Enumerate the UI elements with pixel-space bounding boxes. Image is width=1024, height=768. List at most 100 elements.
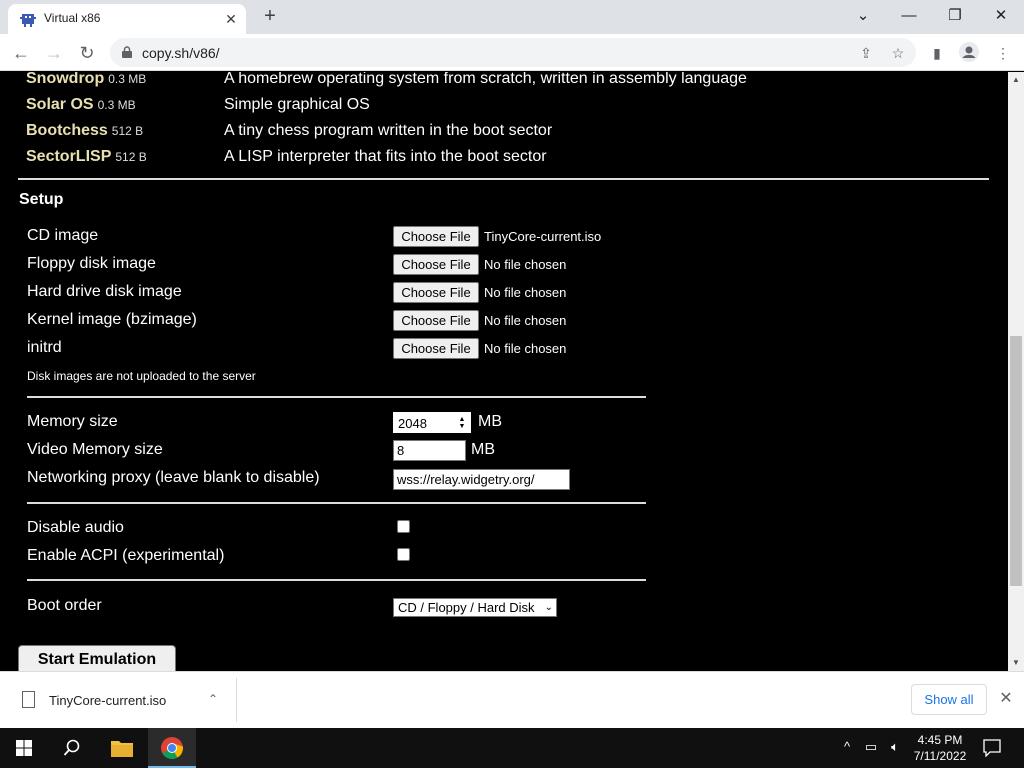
upload-note: Disk images are not uploaded to the serv… — [27, 369, 256, 383]
kernel-image-label: Kernel image (bzimage) — [27, 311, 197, 328]
video-memory-label: Video Memory size — [27, 441, 163, 458]
bookmark-star-icon[interactable]: ☆ — [888, 43, 908, 63]
address-bar[interactable]: copy.sh/v86/ ⇪ ☆ — [110, 38, 916, 67]
search-button[interactable] — [48, 728, 96, 768]
v86-favicon-icon — [20, 14, 36, 27]
windows-taskbar: ^ ▭ 🔈︎ 4:45 PM 7/11/2022 — [0, 728, 1024, 768]
floppy-image-choose-file-button[interactable]: Choose File — [393, 254, 479, 275]
windows-logo-icon — [16, 740, 32, 756]
tray-overflow-chevron-icon[interactable]: ^ — [838, 738, 856, 756]
restore-button[interactable]: ❐ — [940, 3, 970, 29]
download-divider — [236, 678, 237, 722]
video-memory-input[interactable]: 8 — [393, 440, 466, 461]
memory-size-unit: MB — [478, 413, 502, 430]
lock-icon — [122, 46, 132, 58]
disable-audio-checkbox[interactable] — [397, 520, 410, 533]
download-filename[interactable]: TinyCore-current.iso — [49, 693, 166, 708]
volume-icon[interactable]: 🔈︎ — [886, 738, 904, 756]
browser-toolbar: ← → ↻ copy.sh/v86/ ⇪ ☆ ▮ ⋮ — [0, 34, 1024, 71]
start-emulation-button[interactable]: Start Emulation — [18, 645, 176, 671]
os-size: 0.3 MB — [108, 72, 147, 86]
os-size: 0.3 MB — [97, 98, 136, 112]
os-name[interactable]: Bootchess 512 B — [26, 122, 143, 140]
url-text: copy.sh/v86/ — [142, 45, 220, 61]
spinner-arrows-icon[interactable]: ▲ ▼ — [458, 416, 466, 430]
os-name[interactable]: SectorLISP 512 B — [26, 148, 147, 166]
section-divider — [27, 396, 646, 398]
memory-size-input[interactable]: 2048 ▲ ▼ — [391, 410, 473, 435]
os-name[interactable]: Snowdrop 0.3 MB — [26, 72, 146, 88]
file-explorer-button[interactable] — [98, 728, 146, 768]
os-size: 512 B — [111, 124, 144, 138]
scroll-down-icon[interactable]: ▼ — [1008, 655, 1024, 671]
browser-menu-icon[interactable]: ⋮ — [992, 42, 1014, 64]
memory-size-label: Memory size — [27, 413, 118, 430]
clock-date: 7/11/2022 — [913, 749, 967, 763]
page-content: Snowdrop 0.3 MB A homebrew operating syst… — [0, 72, 1008, 671]
tab-search-icon[interactable]: ⌄ — [848, 3, 878, 29]
download-bar-close-icon[interactable]: ✕ — [996, 689, 1016, 709]
kernel-image-file-status: No file chosen — [484, 313, 567, 328]
initrd-choose-file-button[interactable]: Choose File — [393, 338, 479, 359]
notification-icon[interactable] — [983, 739, 1001, 757]
show-all-button[interactable]: Show all — [911, 684, 987, 715]
chrome-icon — [161, 737, 183, 759]
back-arrow-icon[interactable]: ← — [8, 40, 34, 66]
os-name[interactable]: Solar OS 0.3 MB — [26, 96, 136, 114]
initrd-label: initrd — [27, 339, 62, 356]
networking-proxy-label: Networking proxy (leave blank to disable… — [27, 469, 320, 486]
scroll-up-icon[interactable]: ▲ — [1008, 72, 1024, 88]
chevron-up-icon[interactable]: ⌃ — [204, 690, 222, 708]
scrollbar-thumb[interactable] — [1010, 336, 1022, 586]
start-button[interactable] — [0, 728, 48, 768]
chrome-taskbar-button[interactable] — [148, 728, 196, 768]
taskbar-clock[interactable]: 4:45 PM 7/11/2022 — [910, 732, 970, 764]
page-scrollbar[interactable]: ▲ ▼ — [1008, 72, 1024, 671]
floppy-image-label: Floppy disk image — [27, 255, 156, 272]
new-tab-button[interactable]: + — [258, 5, 282, 29]
folder-icon — [111, 741, 133, 757]
section-divider — [18, 178, 989, 180]
os-description: A tiny chess program written in the boot… — [224, 122, 553, 139]
browser-tab-strip: Virtual x86 ✕ + ⌄ — ❐ ✕ — [0, 0, 1024, 34]
os-size: 512 B — [115, 150, 147, 164]
boot-order-select[interactable]: CD / Floppy / Hard Disk ⌄ — [393, 598, 557, 617]
hard-drive-image-label: Hard drive disk image — [27, 283, 182, 300]
file-icon — [22, 691, 35, 708]
cd-image-choose-file-button[interactable]: Choose File — [393, 226, 479, 247]
hard-drive-image-choose-file-button[interactable]: Choose File — [393, 282, 479, 303]
setup-heading: Setup — [19, 191, 64, 208]
side-panel-icon[interactable]: ▮ — [926, 42, 948, 64]
forward-arrow-icon[interactable]: → — [41, 40, 67, 66]
download-bar: TinyCore-current.iso ⌃ Show all ✕ — [0, 671, 1024, 728]
tab-title: Virtual x86 — [44, 11, 101, 25]
video-memory-unit: MB — [471, 441, 495, 458]
os-description: A LISP interpreter that fits into the bo… — [224, 148, 547, 165]
os-description: Simple graphical OS — [224, 96, 370, 113]
enable-acpi-label: Enable ACPI (experimental) — [27, 547, 225, 564]
tab-virtual-x86[interactable]: Virtual x86 ✕ — [8, 4, 246, 34]
os-description: A homebrew operating system from scratch… — [224, 72, 747, 87]
kernel-image-choose-file-button[interactable]: Choose File — [393, 310, 479, 331]
initrd-file-status: No file chosen — [484, 341, 567, 356]
section-divider — [27, 579, 646, 581]
hard-drive-image-file-status: No file chosen — [484, 285, 567, 300]
section-divider — [27, 502, 646, 504]
cd-image-label: CD image — [27, 227, 99, 244]
network-icon[interactable]: ▭ — [862, 738, 880, 756]
reload-icon[interactable]: ↻ — [74, 40, 100, 66]
minimize-button[interactable]: — — [894, 3, 924, 29]
tab-close-icon[interactable]: ✕ — [221, 9, 241, 29]
chevron-down-icon: ⌄ — [544, 602, 553, 613]
networking-proxy-input[interactable]: wss://relay.widgetry.org/ — [393, 469, 570, 490]
share-icon[interactable]: ⇪ — [856, 43, 876, 63]
clock-time: 4:45 PM — [917, 733, 963, 747]
search-icon — [63, 739, 80, 756]
floppy-image-file-status: No file chosen — [484, 257, 567, 272]
boot-order-label: Boot order — [27, 597, 102, 614]
profile-avatar-icon[interactable] — [958, 42, 980, 64]
disable-audio-label: Disable audio — [27, 519, 124, 536]
cd-image-file-status: TinyCore-current.iso — [484, 229, 602, 244]
enable-acpi-checkbox[interactable] — [397, 548, 410, 561]
window-close-button[interactable]: ✕ — [986, 3, 1016, 29]
